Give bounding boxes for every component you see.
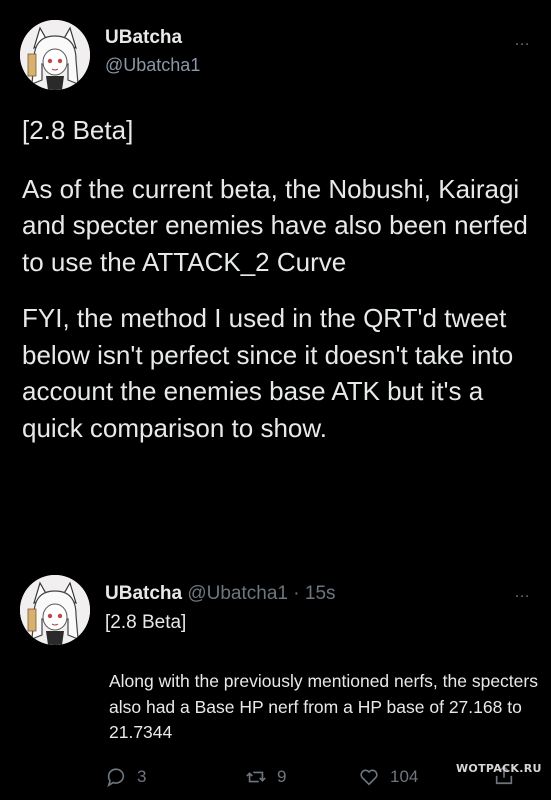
avatar[interactable] [20,20,90,90]
author-handle[interactable]: @Ubatcha1 [105,55,200,76]
like-count: 104 [390,767,419,786]
retweet-count: 9 [277,767,287,786]
tweet-paragraph-3: FYI, the method I used in the QRT'd twee… [22,303,514,443]
quoted-tweet-line-2: Along with the previously mentioned nerf… [109,671,538,742]
tweet-text: [2.8 Beta] As of the current beta, the N… [22,112,537,446]
quoted-header: UBatcha @Ubatcha1 · 15s [105,583,336,605]
quoted-author-handle[interactable]: @Ubatcha1 [187,583,288,604]
quoted-avatar[interactable] [20,575,90,645]
tweet-paragraph-1: [2.8 Beta] [22,115,134,145]
tweet-paragraph-2: As of the current beta, the Nobushi, Kai… [22,173,528,277]
quoted-tweet-line-1: [2.8 Beta] [105,612,187,633]
site-watermark: WOTPACK.RU [456,762,542,775]
quoted-separator: · [287,583,305,604]
avatar-anime-girl-icon [20,575,90,645]
reply-count: 3 [137,767,147,786]
retweet-icon [246,771,266,783]
author-name[interactable]: UBatcha [105,27,182,49]
reply-button[interactable]: 3 [105,766,146,788]
like-button[interactable]: 104 [358,766,418,788]
quoted-timestamp[interactable]: 15s [305,583,336,604]
quoted-author-name[interactable]: UBatcha [105,583,182,604]
heart-icon [360,769,378,786]
quoted-more-options-icon[interactable]: … [514,584,531,602]
reply-icon [107,768,125,788]
retweet-button[interactable]: 9 [245,766,286,788]
avatar-anime-girl-icon [20,20,90,90]
more-options-icon[interactable]: … [514,32,531,50]
